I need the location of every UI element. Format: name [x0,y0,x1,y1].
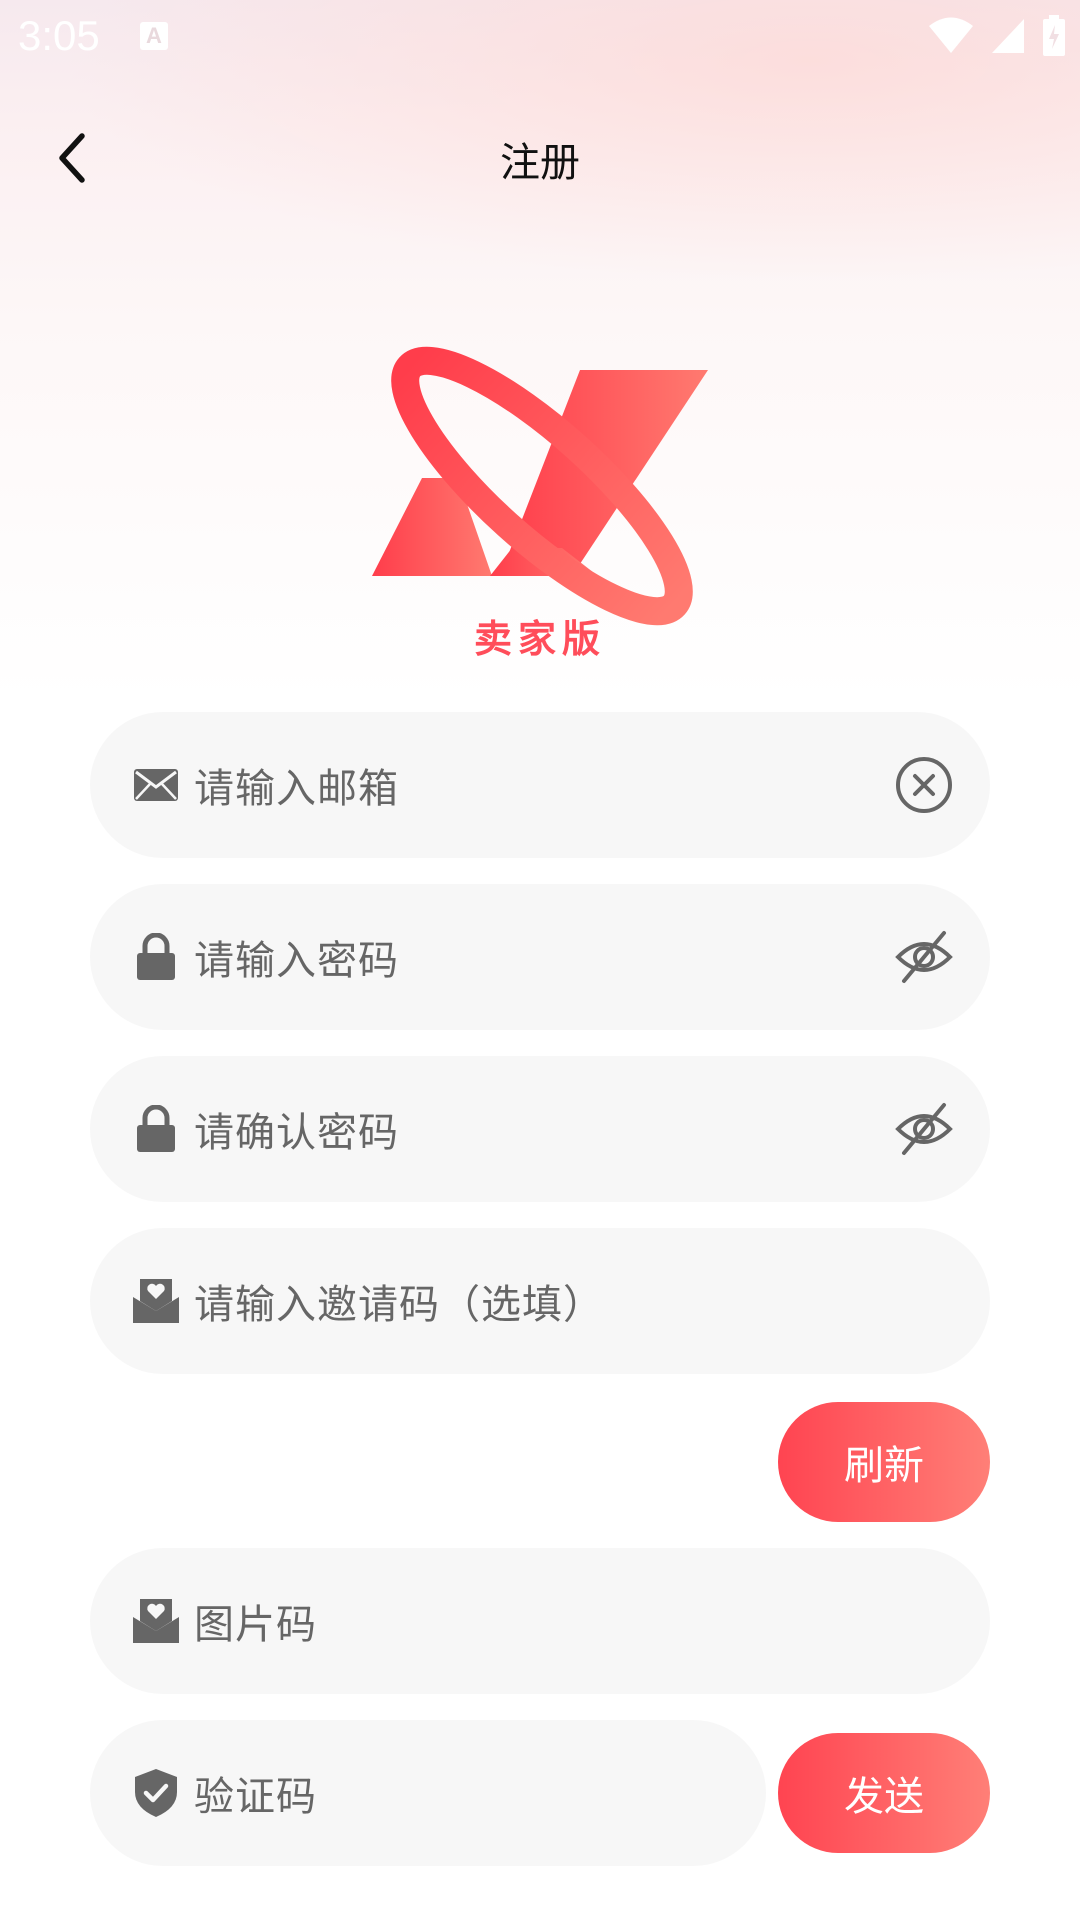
verification-code-field[interactable]: 验证码 [90,1720,766,1866]
invite-code-field[interactable]: 请输入邀请码（选填） [90,1228,990,1374]
notification-icon: A [140,22,168,50]
invite-mail-icon [132,1277,180,1325]
status-time: 3:05 [18,12,100,59]
status-bar: 3:05 A [0,0,1080,72]
email-field[interactable]: 请输入邮箱 [90,712,990,858]
password-placeholder: 请输入密码 [194,938,399,984]
confirm-password-field[interactable]: 请确认密码 [90,1056,990,1202]
page-title: 注册 [500,140,580,186]
password-field[interactable]: 请输入密码 [90,884,990,1030]
clear-icon[interactable] [894,755,954,815]
email-placeholder: 请输入邮箱 [194,766,399,812]
lock-icon [132,1105,180,1153]
wifi-icon [929,17,973,53]
battery-icon [1043,15,1065,56]
app-header: 注册 [0,100,1080,216]
refresh-captcha-button[interactable]: 刷新 [778,1402,990,1522]
lock-icon [132,933,180,981]
mail-icon [132,761,180,809]
app-logo: 卖家版 [362,336,718,666]
shield-check-icon [132,1769,180,1817]
invite-mail-icon [132,1597,180,1645]
invite-code-placeholder: 请输入邀请码（选填） [194,1282,604,1328]
confirm-password-placeholder: 请确认密码 [194,1110,399,1156]
eye-off-icon[interactable] [894,927,954,987]
signal-icon [992,19,1024,53]
verification-code-placeholder: 验证码 [194,1774,317,1820]
eye-off-icon[interactable] [894,1099,954,1159]
logo-caption: 卖家版 [474,617,606,661]
status-icons [928,14,1066,58]
captcha-placeholder: 图片码 [194,1602,317,1648]
captcha-field[interactable]: 图片码 [90,1548,990,1694]
send-code-button[interactable]: 发送 [778,1733,990,1853]
